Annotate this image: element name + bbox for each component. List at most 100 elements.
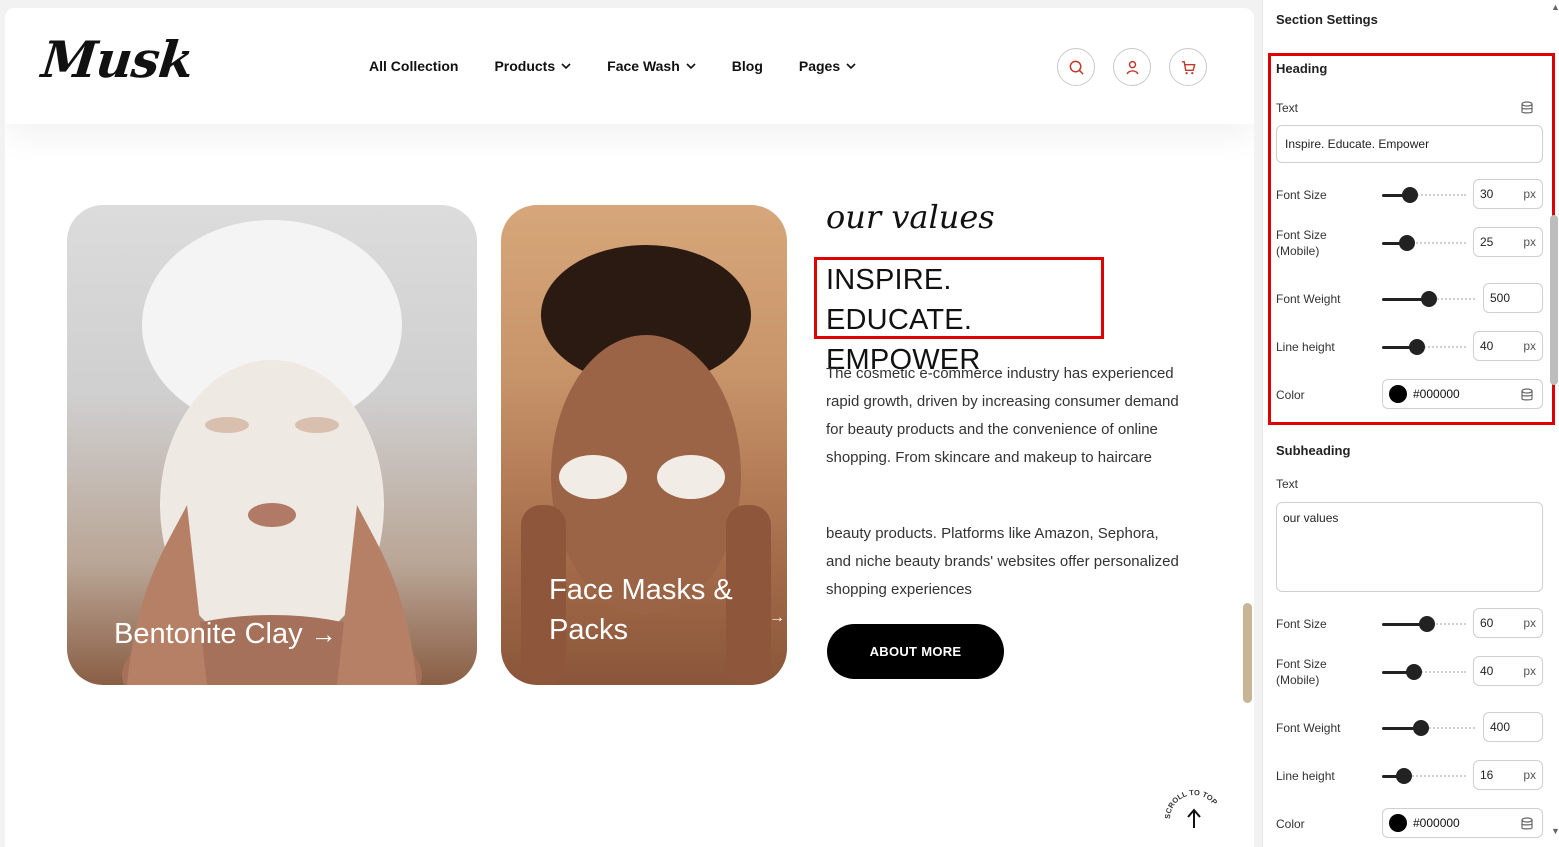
scroll-to-top-button[interactable]: SCROLL TO TOP [1163, 788, 1225, 847]
slider-thumb[interactable] [1413, 720, 1429, 736]
heading-font-size-mobile-slider[interactable] [1382, 235, 1466, 251]
unit-label: px [1523, 616, 1536, 630]
heading-font-size-mobile-input[interactable]: 25 px [1473, 227, 1543, 257]
subheading-font-weight-input[interactable]: 400 [1483, 712, 1543, 742]
nav-item-face-wash[interactable]: Face Wash [607, 58, 696, 74]
subheading: our values [826, 198, 995, 236]
subheading-line-height-input[interactable]: 16 px [1473, 760, 1543, 790]
heading-font-size-slider[interactable] [1382, 187, 1466, 203]
value: 60 [1480, 616, 1494, 630]
collection-card-bentonite-clay[interactable]: Bentonite Clay → [67, 205, 477, 685]
card-title: Face Masks & Packs [549, 574, 733, 646]
about-more-button[interactable]: ABOUT MORE [827, 624, 1004, 679]
slider-thumb[interactable] [1409, 339, 1425, 355]
unit-label: px [1523, 235, 1536, 249]
slider-thumb[interactable] [1396, 768, 1412, 784]
heading-font-size-input[interactable]: 30 px [1473, 179, 1543, 209]
nav-item-blog[interactable]: Blog [732, 58, 763, 74]
heading-font-weight-slider[interactable] [1382, 291, 1475, 307]
scroll-down-icon[interactable]: ▼ [1551, 826, 1559, 836]
heading-color-label: Color [1276, 388, 1305, 402]
search-icon [1069, 60, 1084, 75]
chevron-down-icon [561, 63, 571, 70]
value: 40 [1480, 339, 1494, 353]
heading-line-height-input[interactable]: 40 px [1473, 331, 1543, 361]
heading-line-height-slider[interactable] [1382, 339, 1466, 355]
nav-label: Pages [798, 58, 841, 74]
value: 16 [1480, 768, 1494, 782]
subheading-text-label: Text [1276, 477, 1299, 491]
slider-thumb[interactable] [1421, 291, 1437, 307]
subheading-color-input[interactable]: #000000 [1382, 808, 1543, 838]
unit-label: px [1523, 187, 1536, 201]
slider-thumb[interactable] [1399, 235, 1415, 251]
subheading-text-input[interactable]: our values [1276, 502, 1543, 592]
database-icon[interactable] [1520, 101, 1534, 115]
heading-font-size-mobile-label: Font Size (Mobile) [1276, 228, 1327, 258]
heading-font-size-label: Font Size [1276, 188, 1327, 202]
heading-font-weight-input[interactable]: 500 [1483, 283, 1543, 313]
subheading-font-size-input[interactable]: 60 px [1473, 608, 1543, 638]
heading-text-label: Text [1276, 101, 1299, 115]
subheading-line-height-slider[interactable] [1382, 768, 1466, 784]
color-swatch[interactable] [1389, 385, 1407, 403]
card-title: Bentonite Clay → [114, 614, 337, 654]
woman-face-mask-image [122, 220, 422, 685]
preview-canvas: Musk All Collection Products Face Wash B… [5, 8, 1254, 847]
subheading-font-size-mobile-slider[interactable] [1382, 664, 1466, 680]
heading-line-height-label: Line height [1276, 340, 1335, 354]
nav-label: Blog [731, 58, 763, 74]
scroll-up-icon[interactable]: ▲ [1551, 2, 1559, 12]
heading-color-input[interactable]: #000000 [1382, 379, 1543, 409]
slider-thumb[interactable] [1402, 187, 1418, 203]
color-value: #000000 [1413, 816, 1460, 830]
subheading-font-size-slider[interactable] [1382, 616, 1466, 632]
value: 25 [1480, 235, 1494, 249]
preview-scrollbar[interactable] [1243, 603, 1252, 703]
subheading-line-height-label: Line height [1276, 769, 1335, 783]
search-button[interactable] [1057, 48, 1095, 86]
unit-label: px [1523, 768, 1536, 782]
paragraph-1: The cosmetic e-commerce industry has exp… [826, 365, 1179, 466]
subheading-font-size-mobile-input[interactable]: 40 px [1473, 656, 1543, 686]
site-logo[interactable]: Musk [39, 30, 196, 89]
database-icon[interactable] [1520, 388, 1534, 402]
nav-label: Products [494, 58, 556, 74]
panel-title: Section Settings [1276, 12, 1378, 27]
nav-item-products[interactable]: Products [494, 58, 571, 74]
nav-item-pages[interactable]: Pages [799, 58, 856, 74]
heading-text-input[interactable]: Inspire. Educate. Empower [1276, 125, 1543, 163]
subheading-font-weight-slider[interactable] [1382, 720, 1475, 736]
collection-card-face-masks[interactable]: Face Masks & Packs → [501, 205, 787, 685]
chevron-down-icon [686, 63, 696, 70]
heading-section-title: Heading [1276, 61, 1328, 76]
nav-label: All Collection [369, 58, 459, 74]
cart-icon [1181, 60, 1196, 74]
unit-label: px [1523, 339, 1536, 353]
paragraph-2: beauty products. Platforms like Amazon, … [826, 525, 1179, 598]
subheading-color-label: Color [1276, 817, 1305, 831]
cart-button[interactable] [1169, 48, 1207, 86]
value: 40 [1480, 664, 1494, 678]
account-button[interactable] [1113, 48, 1151, 86]
unit-label: px [1523, 664, 1536, 678]
heading-font-weight-label: Font Weight [1276, 292, 1341, 306]
chevron-down-icon [846, 63, 856, 70]
nav-item-all-collection[interactable]: All Collection [369, 58, 458, 74]
value: 500 [1490, 291, 1511, 305]
subheading-font-weight-label: Font Weight [1276, 721, 1341, 735]
card-label-text: Bentonite Clay [114, 618, 303, 650]
slider-track [1407, 242, 1466, 245]
slider-track [1410, 194, 1466, 197]
color-swatch[interactable] [1389, 814, 1407, 832]
slider-thumb[interactable] [1406, 664, 1422, 680]
site-header: Musk All Collection Products Face Wash B… [5, 8, 1254, 124]
slider-track [1404, 775, 1466, 778]
main-nav: All Collection Products Face Wash Blog P… [369, 58, 892, 74]
database-icon[interactable] [1520, 817, 1534, 831]
settings-panel: Section Settings Heading Text Inspire. E… [1262, 0, 1559, 847]
arrow-right-icon: → [310, 619, 337, 649]
nav-label: Face Wash [607, 58, 680, 74]
panel-scrollbar[interactable] [1550, 215, 1558, 385]
slider-thumb[interactable] [1419, 616, 1435, 632]
